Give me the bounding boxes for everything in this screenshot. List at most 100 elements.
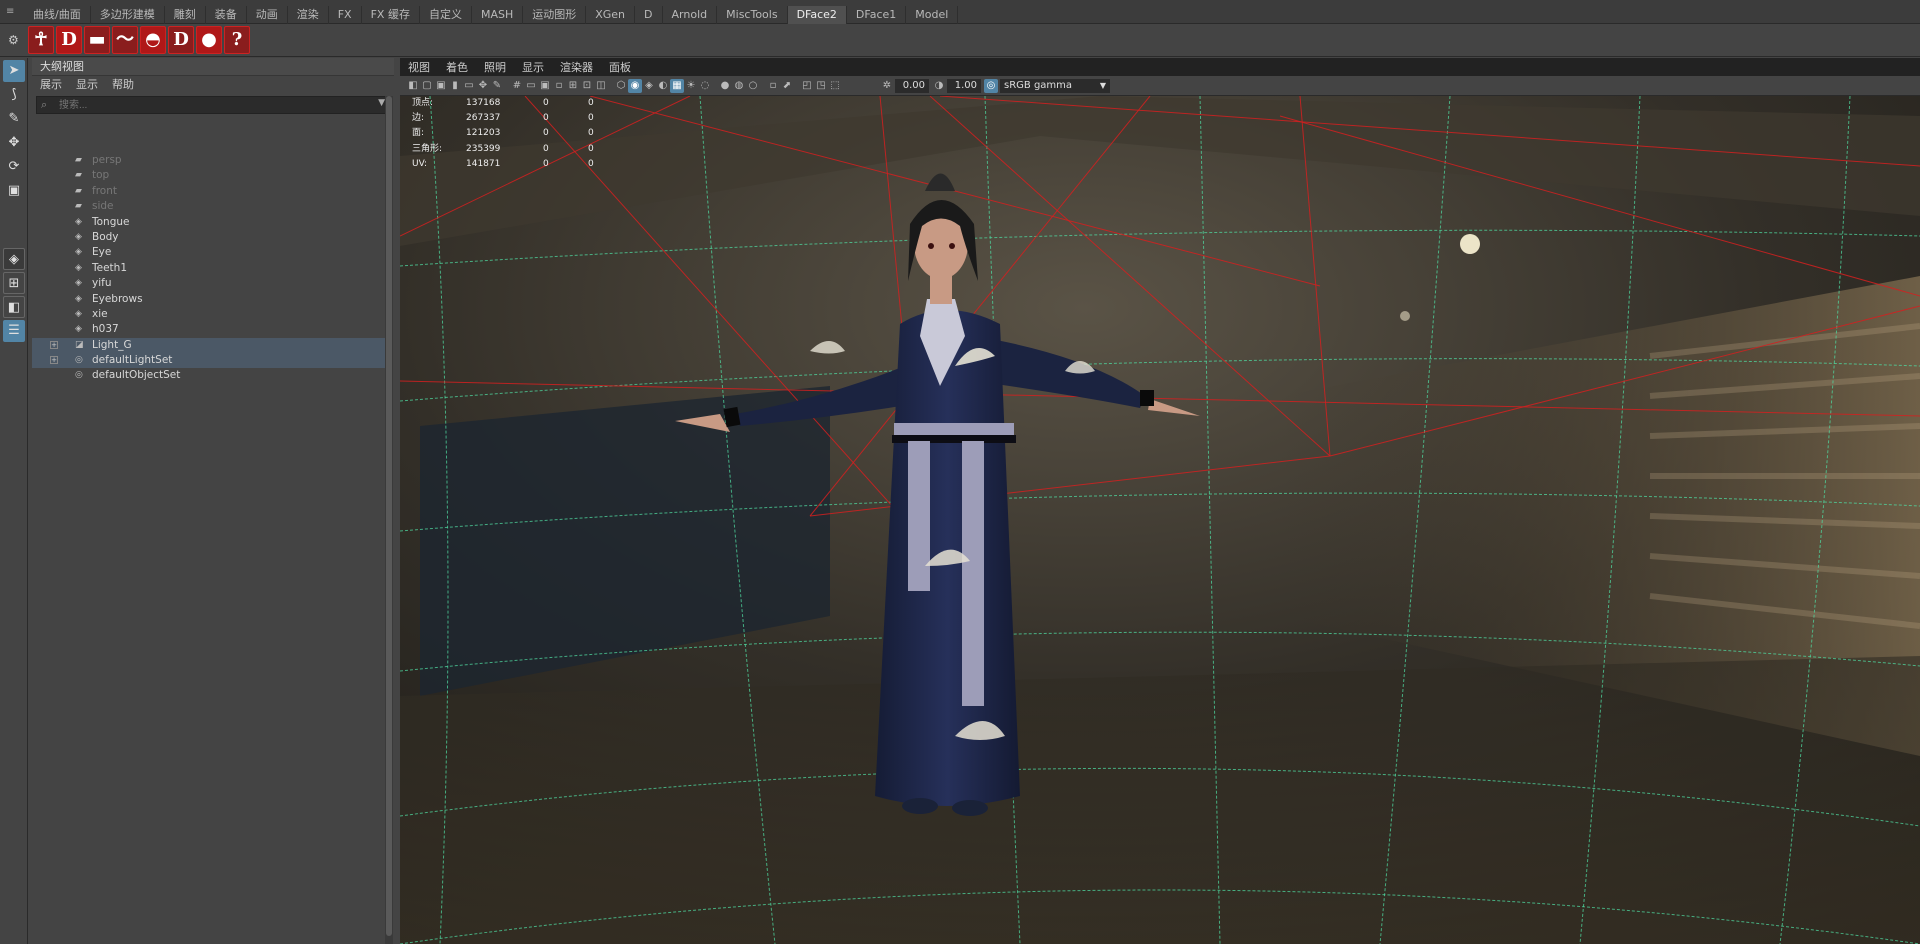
chevron-down-icon[interactable]: ▼ xyxy=(378,98,385,108)
shelf-tool-pin-icon[interactable]: ● xyxy=(196,26,222,54)
outliner-item-teeth1[interactable]: ◈ Teeth1 xyxy=(32,261,386,276)
view-transform-select[interactable]: sRGB gamma ▼ xyxy=(1000,79,1110,93)
shelf-tool-help-icon[interactable]: ? xyxy=(224,26,250,54)
outliner-search-input[interactable] xyxy=(59,97,359,113)
viewport-scene[interactable]: 顶点: 137168 0 0 边: 267337 0 0 面: 121203 0 0 三角形: 23539… xyxy=(400,96,1920,944)
viewport-menu-view[interactable]: 视图 xyxy=(408,60,430,76)
scrollbar-thumb[interactable] xyxy=(386,96,392,936)
paint-select-tool-icon[interactable]: ✎ xyxy=(3,108,25,130)
xray-icon[interactable]: ◐ xyxy=(656,79,670,93)
isolate-select-icon[interactable]: ⬈ xyxy=(780,79,794,93)
outliner-item-top[interactable]: ▰ top xyxy=(32,168,386,183)
wireframe-on-shaded-icon[interactable]: ◈ xyxy=(642,79,656,93)
outliner-item-yifu[interactable]: ◈ yifu xyxy=(32,276,386,291)
film-gate-icon[interactable]: ▭ xyxy=(524,79,538,93)
wireframe-icon[interactable]: ⬡ xyxy=(614,79,628,93)
outliner-item-defaultobjectset[interactable]: ◎ defaultObjectSet xyxy=(32,368,386,383)
xray-joints-icon[interactable]: ◰ xyxy=(800,79,814,93)
two-view-layout-icon[interactable]: ◧ xyxy=(3,296,25,318)
viewport-menu-shading[interactable]: 着色 xyxy=(446,60,468,76)
camera-lock-icon[interactable]: ▢ xyxy=(420,79,434,93)
gamma-field[interactable]: 1.00 xyxy=(947,79,981,93)
viewport-menu-lighting[interactable]: 照明 xyxy=(484,60,506,76)
shelf-tool-cup-icon[interactable]: ◓ xyxy=(140,26,166,54)
outliner-item-tongue[interactable]: ◈ Tongue xyxy=(32,215,386,230)
ambient-occlusion-icon[interactable]: ● xyxy=(718,79,732,93)
select-tool-icon[interactable]: ➤ xyxy=(3,60,25,82)
outliner-menu-display[interactable]: 展示 xyxy=(40,76,62,94)
exposure-reset-icon[interactable]: ✲ xyxy=(880,79,894,93)
grease-pencil-icon[interactable]: ✎ xyxy=(490,79,504,93)
bookmark-icon[interactable]: ▮ xyxy=(448,79,462,93)
safe-title-icon[interactable]: ◫ xyxy=(594,79,608,93)
outliner-item-defaultlightset[interactable]: + ◎ defaultLightSet xyxy=(32,353,386,369)
outliner-layout-icon[interactable]: ☰ xyxy=(3,320,25,342)
outliner-item-eye[interactable]: ◈ Eye xyxy=(32,245,386,260)
shelf-grip-icon[interactable]: ≡ xyxy=(6,5,22,19)
shelf-tool-d2-icon[interactable]: D xyxy=(168,26,194,54)
viewport-menu-panels[interactable]: 面板 xyxy=(609,60,631,76)
outliner-menu-help[interactable]: 帮助 xyxy=(112,76,134,94)
shelf-tab-model[interactable]: Model xyxy=(906,6,959,24)
lasso-tool-icon[interactable]: ⟆ xyxy=(3,84,25,106)
shelf-tool-eyebrow-icon[interactable]: ▬ xyxy=(84,26,110,54)
viewport-menu-renderer[interactable]: 渲染器 xyxy=(560,60,593,76)
use-all-lights-icon[interactable]: ☀ xyxy=(684,79,698,93)
shelf-tool-wave-icon[interactable]: 〜 xyxy=(112,26,138,54)
shelf-tool-d1-icon[interactable]: D xyxy=(56,26,82,54)
outliner-item-light-g[interactable]: + ◪ Light_G xyxy=(32,337,386,354)
shadows-icon[interactable]: ◌ xyxy=(698,79,712,93)
exposure-field[interactable]: 0.00 xyxy=(895,79,929,93)
shelf-tab-sculpting[interactable]: 雕刻 xyxy=(165,6,206,24)
shelf-tab-mash[interactable]: MASH xyxy=(472,6,524,24)
shelf-tab-rigging[interactable]: 装备 xyxy=(206,6,247,24)
shelf-tab-poly-modeling[interactable]: 多边形建模 xyxy=(91,6,165,24)
outliner-menu-show[interactable]: 显示 xyxy=(76,76,98,94)
textured-icon[interactable]: ▦ xyxy=(670,79,684,93)
camera-attributes-icon[interactable]: ▣ xyxy=(434,79,448,93)
four-view-layout-icon[interactable]: ⊞ xyxy=(3,272,25,294)
shelf-tab-dface1[interactable]: DFace1 xyxy=(847,6,907,24)
viewport-menu-show[interactable]: 显示 xyxy=(522,60,544,76)
shelf-tab-dface2[interactable]: DFace2 xyxy=(787,6,847,24)
camera-select-icon[interactable]: ◧ xyxy=(406,79,420,93)
shelf-tab-custom[interactable]: 自定义 xyxy=(420,6,472,24)
outliner-scrollbar[interactable] xyxy=(385,96,393,944)
outliner-item-side[interactable]: ▰ side xyxy=(32,199,386,214)
single-layout-icon[interactable]: ◈ xyxy=(3,248,25,270)
image-plane-icon[interactable]: ▭ xyxy=(462,79,476,93)
shelf-tab-arnold[interactable]: Arnold xyxy=(663,6,718,24)
xray-active-icon[interactable]: ◳ xyxy=(814,79,828,93)
outliner-item-persp[interactable]: ▰ persp xyxy=(32,153,386,168)
safe-action-icon[interactable]: ⊡ xyxy=(580,79,594,93)
gamma-reset-icon[interactable]: ◑ xyxy=(932,79,946,93)
expand-icon[interactable]: + xyxy=(50,356,58,365)
shelf-tab-xgen[interactable]: XGen xyxy=(586,6,636,24)
shelf-tab-curves[interactable]: 曲线/曲面 xyxy=(24,6,91,24)
outliner-item-h037[interactable]: ◈ h037 xyxy=(32,322,386,337)
shelf-options-icon[interactable]: ⚙ xyxy=(8,33,19,47)
exposure-icon[interactable]: ⬚ xyxy=(828,79,842,93)
field-chart-icon[interactable]: ⊞ xyxy=(566,79,580,93)
shelf-tab-fx-cache[interactable]: FX 缓存 xyxy=(362,6,420,24)
outliner-item-body[interactable]: ◈ Body xyxy=(32,230,386,245)
gate-mask-icon[interactable]: ▫ xyxy=(552,79,566,93)
shelf-tab-motion-graphics[interactable]: 运动图形 xyxy=(523,6,587,24)
shelf-tab-misctools[interactable]: MiscTools xyxy=(717,6,788,24)
two-d-pan-icon[interactable]: ✥ xyxy=(476,79,490,93)
outliner-item-xie[interactable]: ◈ xie xyxy=(32,307,386,322)
shelf-tab-animation[interactable]: 动画 xyxy=(247,6,288,24)
depth-of-field-icon[interactable]: ▫ xyxy=(766,79,780,93)
color-management-icon[interactable]: ◎ xyxy=(984,79,998,93)
move-tool-icon[interactable]: ✥ xyxy=(3,132,25,154)
outliner-item-front[interactable]: ▰ front xyxy=(32,184,386,199)
shelf-tab-d[interactable]: D xyxy=(635,6,663,24)
outliner-item-eyebrows[interactable]: ◈ Eyebrows xyxy=(32,292,386,307)
grid-icon[interactable]: # xyxy=(510,79,524,93)
expand-icon[interactable]: + xyxy=(50,340,58,349)
shelf-tab-fx[interactable]: FX xyxy=(329,6,362,24)
antialiasing-icon[interactable]: ○ xyxy=(746,79,760,93)
rotate-tool-icon[interactable]: ⟳ xyxy=(3,156,25,178)
motion-blur-icon[interactable]: ◍ xyxy=(732,79,746,93)
scale-tool-icon[interactable]: ▣ xyxy=(3,180,25,202)
